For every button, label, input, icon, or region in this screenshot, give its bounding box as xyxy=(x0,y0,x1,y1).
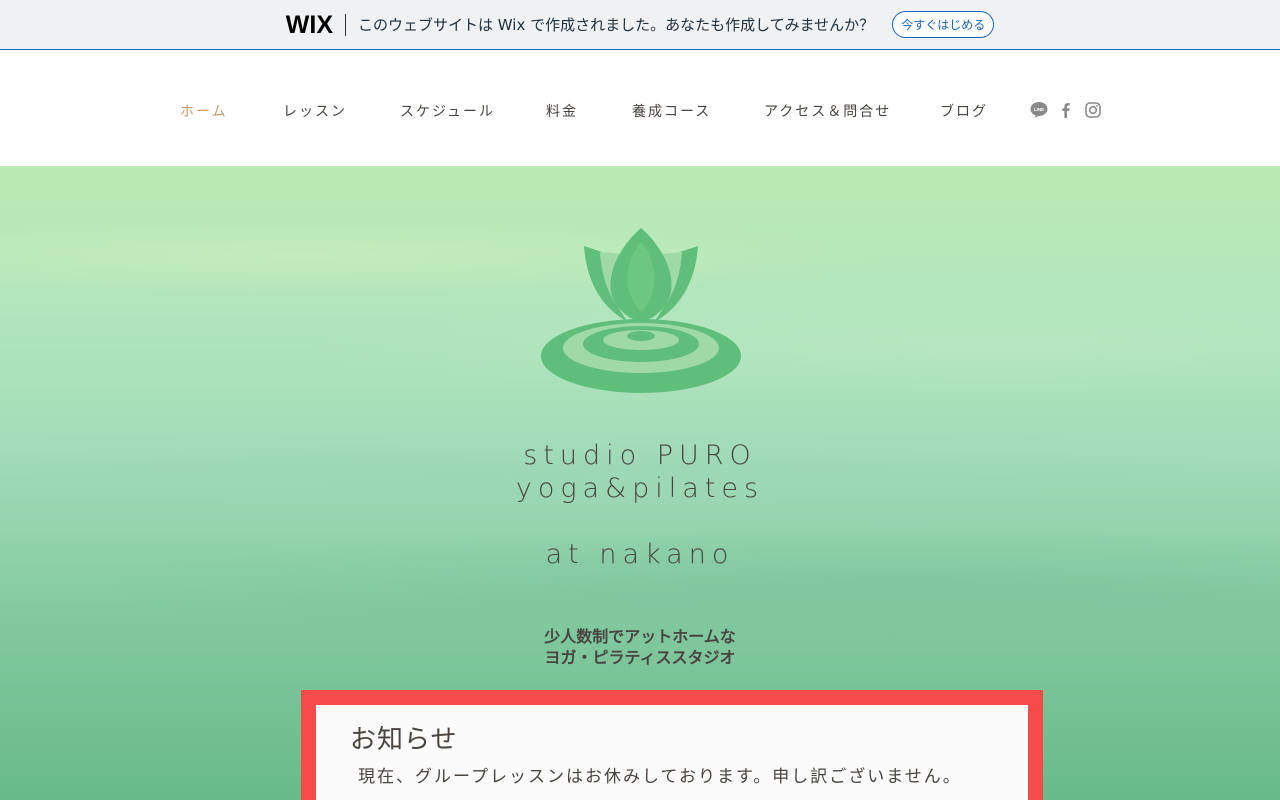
nav-item-training-course[interactable]: 養成コース xyxy=(632,101,711,121)
wix-start-button[interactable]: 今すぐはじめる xyxy=(892,11,995,38)
notice-title: お知らせ xyxy=(350,725,458,755)
social-links: LINE xyxy=(1030,101,1102,119)
facebook-icon[interactable] xyxy=(1057,101,1075,119)
main-nav: ホーム レッスン スケジュール 料金 養成コース アクセス＆問合せ ブログ LI… xyxy=(0,51,1280,166)
hero-section: studio PURO yoga&pilates at nakano 少人数制で… xyxy=(0,166,1280,800)
wix-banner: WIX このウェブサイトは Wix で作成されました。あなたも作成してみませんか… xyxy=(0,0,1280,50)
notice-box: お知らせ 現在、グループレッスンはお休みしております。申し訳ございません。 xyxy=(301,690,1043,800)
nav-item-access-contact[interactable]: アクセス＆問合せ xyxy=(764,101,891,121)
line-icon[interactable]: LINE xyxy=(1030,101,1048,119)
nav-item-schedule[interactable]: スケジュール xyxy=(400,101,495,121)
tagline-line2: ヨガ・ピラティススタジオ xyxy=(544,648,736,667)
svg-text:LINE: LINE xyxy=(1034,107,1044,112)
notice-body: 現在、グループレッスンはお休みしております。申し訳ございません。 xyxy=(358,767,962,787)
nav-item-pricing[interactable]: 料金 xyxy=(546,101,578,121)
brand-location: at nakano xyxy=(545,539,735,570)
site-header: ホーム レッスン スケジュール 料金 養成コース アクセス＆問合せ ブログ LI… xyxy=(0,51,1280,166)
lotus-logo xyxy=(540,226,742,396)
brand-name-line1: studio PURO xyxy=(523,440,757,471)
wix-logo[interactable]: WIX xyxy=(286,12,346,37)
notice-content: お知らせ 現在、グループレッスンはお休みしております。申し訳ございません。 xyxy=(316,705,1028,800)
tagline-line1: 少人数制でアットホームな xyxy=(544,627,736,646)
wix-banner-message: このウェブサイトは Wix で作成されました。あなたも作成してみませんか？ xyxy=(358,16,875,34)
nav-item-blog[interactable]: ブログ xyxy=(940,101,988,121)
instagram-icon[interactable] xyxy=(1084,101,1102,119)
brand-name-line2: yoga&pilates xyxy=(515,473,765,504)
nav-item-lessons[interactable]: レッスン xyxy=(283,101,347,121)
nav-item-home[interactable]: ホーム xyxy=(180,101,228,121)
